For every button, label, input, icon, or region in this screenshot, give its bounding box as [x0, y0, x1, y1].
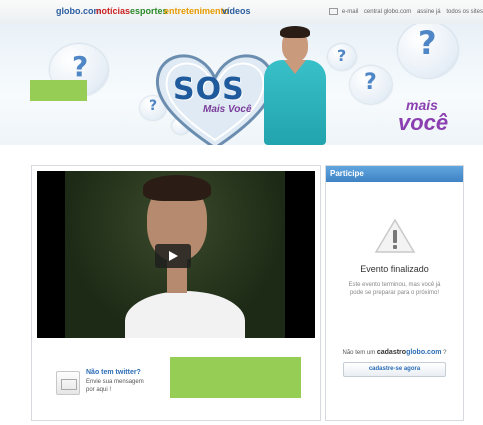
placeholder-block — [30, 80, 87, 101]
signup-prefix: Não tem um — [342, 350, 376, 356]
envelope-icon[interactable] — [56, 371, 80, 395]
email-icon — [329, 8, 339, 15]
globo-logo[interactable]: globo.com — [56, 6, 102, 16]
signup-suffix: ? — [443, 350, 447, 356]
twitter-line2: por aqui ! — [86, 387, 112, 393]
brand-bottom: você — [398, 110, 449, 135]
question-mark-icon: ? — [418, 24, 437, 62]
video-player[interactable] — [37, 171, 315, 338]
nav-esportes[interactable]: esportes — [130, 6, 168, 16]
signup-brand-2[interactable]: globo.com — [406, 349, 441, 356]
nav-videos[interactable]: vídeos — [222, 6, 251, 16]
participe-header: Participe — [326, 166, 463, 182]
placeholder-block — [170, 357, 301, 398]
presenter-photo — [256, 24, 336, 145]
mais-voce-logo: mais você — [398, 98, 448, 134]
question-mark-icon: ? — [337, 46, 347, 65]
top-bar: globo.com notícias esportes entretenimen… — [0, 0, 483, 25]
question-mark-icon: ? — [364, 70, 377, 95]
play-icon — [169, 251, 178, 261]
event-desc-1: Este evento terminou, mas você já — [348, 282, 441, 288]
signup-button[interactable]: cadastre-se agora — [343, 362, 446, 377]
link-email[interactable]: e-mail — [342, 9, 358, 15]
link-assine[interactable]: assine já — [417, 9, 441, 15]
link-todos-sites[interactable]: todos os sites — [446, 9, 483, 15]
twitter-line1: Envie sua mensagem — [86, 379, 144, 385]
signup-prompt: Não tem um cadastroglobo.com ? — [326, 349, 463, 356]
top-links: e-mail central globo.com assine já todos… — [325, 8, 483, 15]
link-central[interactable]: central globo.com — [364, 9, 411, 15]
nav-noticias[interactable]: notícias — [96, 6, 130, 16]
event-desc-2: pode se preparar para o próximo! — [349, 290, 440, 296]
play-button[interactable] — [155, 244, 191, 268]
banner-subtitle: Mais Você — [203, 104, 252, 115]
twitter-heading[interactable]: Não tem twitter? — [86, 369, 141, 376]
banner-title: SOS — [173, 72, 245, 107]
question-mark-icon: ? — [72, 50, 89, 83]
warning-icon — [374, 218, 416, 253]
nav-entretenimento[interactable]: entretenimento — [164, 6, 229, 16]
event-status: Evento finalizado — [360, 264, 429, 274]
participe-panel: Participe Evento finalizado Este evento … — [325, 165, 464, 421]
signup-brand-1[interactable]: cadastro — [377, 349, 406, 356]
